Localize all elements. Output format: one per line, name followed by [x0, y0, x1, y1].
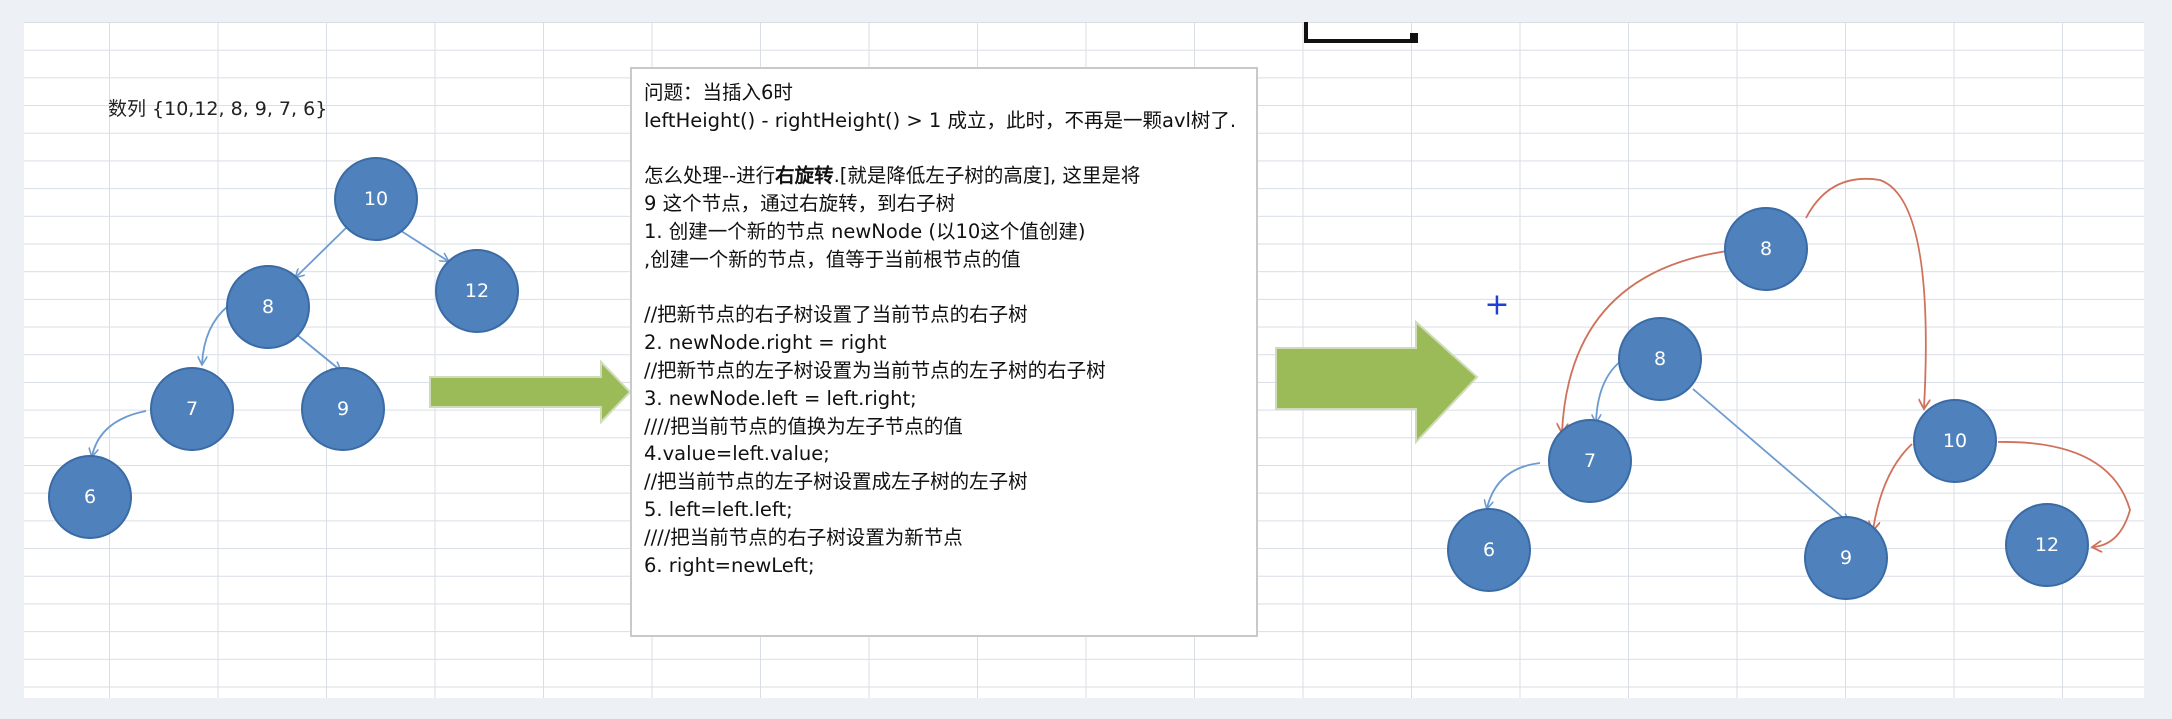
node-label: 8: [1760, 238, 1772, 260]
blue-edge-8-9: [1692, 388, 1848, 522]
red-edge-8-10: [1805, 178, 1926, 408]
right-tree-node-10: 10: [1913, 399, 1997, 483]
note-bold-text: 右旋转: [775, 164, 834, 188]
note-line: ////把当前节点的右子树设置为新节点: [644, 525, 963, 549]
left-tree-node-7: 7: [150, 367, 234, 451]
node-label: 7: [186, 398, 198, 420]
blue-edge-7-6: [1487, 462, 1541, 508]
note-line: 怎么处理--进行右旋转.[就是降低左子树的高度], 这里是将: [644, 162, 1244, 190]
note-line: 9 这个节点，通过右旋转，到右子树: [644, 192, 956, 216]
edge-8-7: [202, 305, 229, 364]
note-line: //把新节点的左子树设置为当前节点的左子树的右子树: [644, 358, 1106, 382]
left-tree-node-8: 8: [226, 265, 310, 349]
edge-7-6: [92, 410, 147, 456]
note-line: 6. right=newLeft;: [644, 553, 815, 577]
red-edge-10-9: [1873, 443, 1913, 530]
right-tree-node-9: 9: [1804, 516, 1888, 600]
node-label: 10: [364, 188, 388, 210]
note-line: ,创建一个新的节点，值等于当前根节点的值: [644, 247, 1021, 271]
crosshair-cursor-icon: +: [1484, 288, 1509, 323]
selection-handle: [1304, 22, 1418, 43]
left-tree-node-6: 6: [48, 455, 132, 539]
node-label: 12: [465, 280, 489, 302]
edge-8-9: [295, 333, 340, 370]
note-line: ////把当前节点的值换为左子节点的值: [644, 414, 963, 438]
node-label: 10: [1943, 430, 1967, 452]
left-tree-node-10: 10: [334, 157, 418, 241]
node-label: 6: [84, 486, 96, 508]
note-line: 4.value=left.value;: [644, 442, 830, 466]
node-label: 8: [1654, 348, 1666, 370]
right-tree-node-6: 6: [1447, 508, 1531, 592]
left-tree-node-12: 12: [435, 249, 519, 333]
node-label: 8: [262, 296, 274, 318]
green-arrow-small: [429, 359, 632, 425]
edge-10-12: [394, 226, 448, 261]
right-tree-node-8: 8: [1618, 317, 1702, 401]
note-line: 5. left=left.left;: [644, 497, 793, 521]
note-text: 怎么处理--进行: [644, 164, 776, 188]
node-label: 12: [2035, 534, 2059, 556]
note-text: .[就是降低左子树的高度], 这里是将: [833, 164, 1141, 188]
left-tree-node-9: 9: [301, 367, 385, 451]
note-line: 问题：当插入6时: [644, 81, 793, 104]
node-label: 7: [1584, 450, 1596, 472]
right-tree-node-7: 7: [1548, 419, 1632, 503]
note-line: 2. newNode.right = right: [644, 331, 887, 355]
note-line: 3. newNode.left = left.right;: [644, 386, 917, 410]
note-line: 1. 创建一个新的节点 newNode (以10这个值创建): [644, 219, 1086, 243]
edge-10-8: [296, 225, 349, 277]
note-line: //把当前节点的左子树设置成左子树的左子树: [644, 470, 1028, 494]
green-arrow-large: [1275, 319, 1479, 445]
right-tree-node-8-top: 8: [1724, 207, 1808, 291]
node-label: 9: [337, 398, 349, 420]
note-line: leftHeight() - rightHeight() > 1 成立，此时，不…: [644, 108, 1237, 132]
node-label: 9: [1840, 547, 1852, 569]
node-label: 6: [1483, 539, 1495, 561]
note-line: //把新节点的右子树设置了当前节点的右子树: [644, 303, 1028, 327]
right-tree-node-12: 12: [2005, 503, 2089, 587]
explanation-text-box[interactable]: 问题：当插入6时 leftHeight() - rightHeight() > …: [630, 67, 1258, 637]
